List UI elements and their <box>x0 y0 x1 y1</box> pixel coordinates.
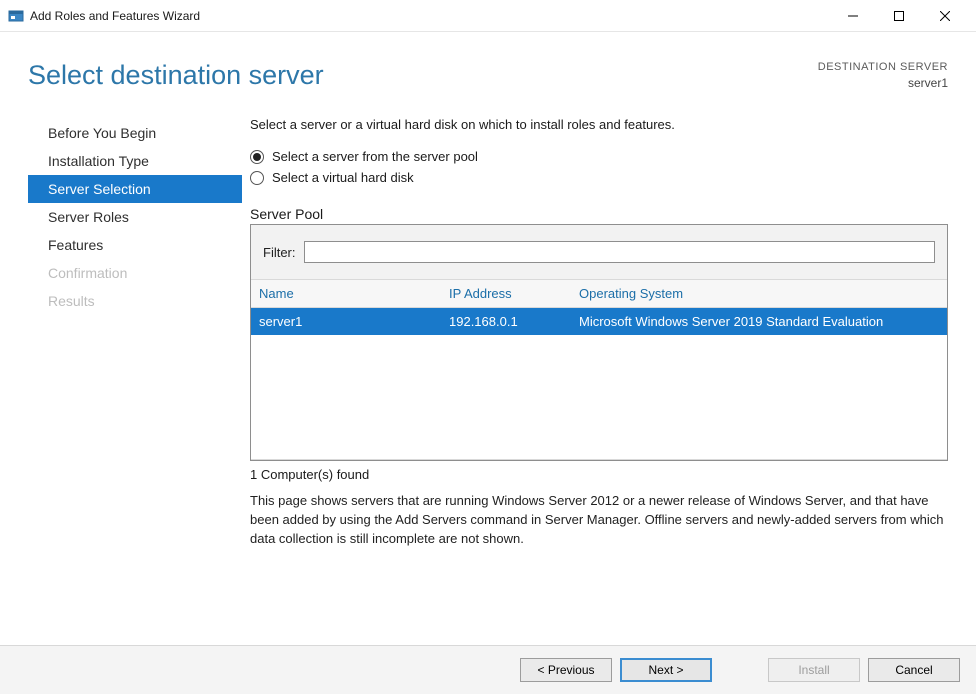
radio-virtual-hard-disk[interactable]: Select a virtual hard disk <box>250 167 948 188</box>
col-header-os[interactable]: Operating System <box>571 280 947 307</box>
wizard-icon <box>8 8 24 24</box>
destination-label: DESTINATION SERVER <box>818 60 948 75</box>
step-features[interactable]: Features <box>28 231 242 259</box>
install-button: Install <box>768 658 860 682</box>
step-server-selection[interactable]: Server Selection <box>28 175 242 203</box>
table-row[interactable]: server1 192.168.0.1 Microsoft Windows Se… <box>251 308 947 335</box>
maximize-button[interactable] <box>876 0 922 32</box>
wizard-steps-sidebar: Before You Begin Installation Type Serve… <box>28 115 242 645</box>
col-header-ip[interactable]: IP Address <box>441 280 571 307</box>
server-pool-box: Filter: Name IP Address Operating System… <box>250 224 948 461</box>
cancel-button[interactable]: Cancel <box>868 658 960 682</box>
step-before-you-begin[interactable]: Before You Begin <box>28 119 242 147</box>
wizard-footer: < Previous Next > Install Cancel <box>0 645 976 694</box>
destination-info: DESTINATION SERVER server1 <box>818 60 948 91</box>
radio-label: Select a virtual hard disk <box>272 170 414 185</box>
server-table-body: server1 192.168.0.1 Microsoft Windows Se… <box>251 308 947 460</box>
close-button[interactable] <box>922 0 968 32</box>
computers-found-text: 1 Computer(s) found <box>250 461 948 482</box>
cell-ip: 192.168.0.1 <box>441 308 571 335</box>
destination-server: server1 <box>818 75 948 91</box>
filter-input[interactable] <box>304 241 936 263</box>
window-title: Add Roles and Features Wizard <box>30 9 200 23</box>
radio-label: Select a server from the server pool <box>272 149 478 164</box>
instruction-text: Select a server or a virtual hard disk o… <box>250 115 948 146</box>
radio-server-pool[interactable]: Select a server from the server pool <box>250 146 948 167</box>
server-pool-label: Server Pool <box>250 206 948 222</box>
step-server-roles[interactable]: Server Roles <box>28 203 242 231</box>
step-confirmation: Confirmation <box>28 259 242 287</box>
radio-icon <box>250 150 264 164</box>
step-installation-type[interactable]: Installation Type <box>28 147 242 175</box>
minimize-button[interactable] <box>830 0 876 32</box>
next-button[interactable]: Next > <box>620 658 712 682</box>
filter-label: Filter: <box>263 245 304 260</box>
previous-button[interactable]: < Previous <box>520 658 612 682</box>
cell-os: Microsoft Windows Server 2019 Standard E… <box>571 308 947 335</box>
cell-name: server1 <box>251 308 441 335</box>
window-controls <box>830 0 968 32</box>
radio-icon <box>250 171 264 185</box>
step-results: Results <box>28 287 242 315</box>
page-title: Select destination server <box>28 60 324 91</box>
help-text: This page shows servers that are running… <box>250 482 948 549</box>
server-table-header: Name IP Address Operating System <box>251 279 947 308</box>
titlebar: Add Roles and Features Wizard <box>0 0 976 32</box>
col-header-name[interactable]: Name <box>251 280 441 307</box>
